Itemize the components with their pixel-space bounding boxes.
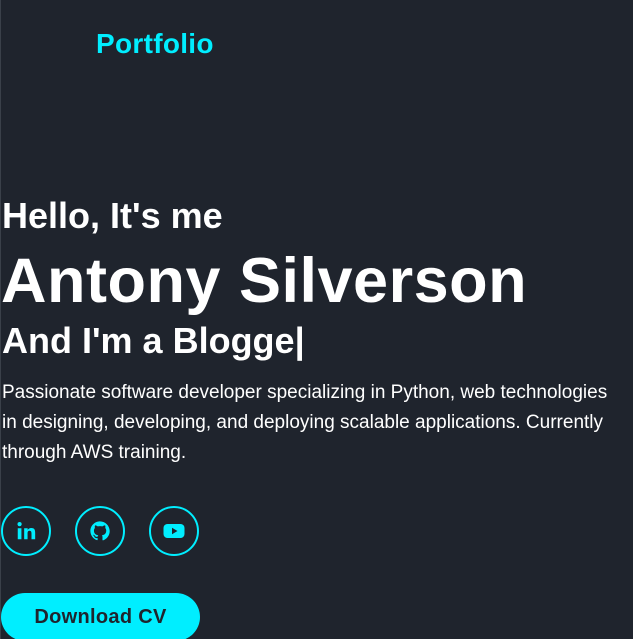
description-line: Passionate software developer specializi… xyxy=(2,382,608,403)
youtube-button[interactable] xyxy=(149,506,199,556)
hero-description: Passionate software developer specializi… xyxy=(2,378,633,468)
site-logo[interactable]: Portfolio xyxy=(96,30,214,58)
hero-role-typing: And I'm a Blogge| xyxy=(2,320,305,361)
portfolio-page: Portfolio Hello, It's me Antony Silverso… xyxy=(0,0,633,639)
download-cv-button[interactable]: Download CV xyxy=(1,593,200,639)
hero-name: Antony Silverson xyxy=(1,246,528,316)
linkedin-button[interactable] xyxy=(1,506,51,556)
description-line: through AWS training. xyxy=(2,442,187,463)
social-links xyxy=(1,506,199,556)
github-button[interactable] xyxy=(75,506,125,556)
description-line: in designing, developing, and deploying … xyxy=(2,412,604,433)
youtube-icon xyxy=(162,519,186,543)
github-icon xyxy=(89,520,111,542)
linkedin-icon xyxy=(15,520,37,542)
hero-greeting: Hello, It's me xyxy=(2,195,223,236)
